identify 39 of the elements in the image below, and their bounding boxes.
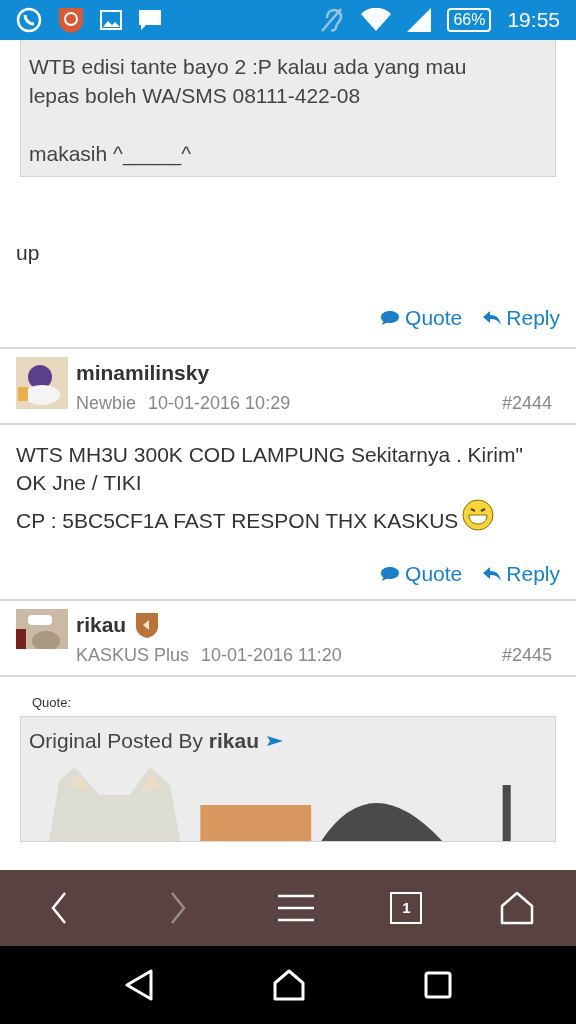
recent-apps-icon[interactable] xyxy=(424,971,453,999)
signal-icon xyxy=(407,8,432,32)
shield-badge-icon xyxy=(134,610,161,639)
battery-indicator: 66% xyxy=(447,8,492,32)
image-icon xyxy=(100,10,122,30)
shield-app-icon xyxy=(58,6,84,34)
avatar-image xyxy=(16,608,68,649)
menu-icon xyxy=(277,893,314,923)
username[interactable]: minamilinsky xyxy=(76,356,210,389)
quote-button[interactable]: Quote xyxy=(379,557,463,590)
wifi-icon xyxy=(361,8,392,32)
tab-count-button[interactable]: 1 xyxy=(390,892,423,924)
pointer-arrow-icon[interactable] xyxy=(266,735,283,746)
grinning-emoji-icon xyxy=(462,498,495,531)
reply-arrow-icon xyxy=(482,564,503,583)
home-icon xyxy=(499,891,534,925)
post-date: 10-01-2016 10:29 xyxy=(148,392,291,415)
post-body: up xyxy=(15,240,41,266)
avatar-image xyxy=(16,356,68,409)
post-body: WTS MH3U 300K COD LAMPUNG Sekitarnya . Kirim" OK Jne / TIKI xyxy=(16,441,524,496)
reply-button[interactable]: Reply xyxy=(482,557,560,590)
back-triangle-icon[interactable] xyxy=(123,969,154,1001)
home-icon[interactable] xyxy=(273,969,305,1001)
post-body: CP : 5BC5CF1A FAST RESPON THX KASKUS xyxy=(16,507,459,534)
post-number[interactable]: #2445 xyxy=(501,642,560,669)
clock: 19:55 xyxy=(507,7,560,34)
quote-text: makasih ^_____^ xyxy=(29,141,193,168)
reply-button[interactable]: Reply xyxy=(482,301,560,334)
post-date: 10-01-2016 11:20 xyxy=(201,644,342,667)
reply-arrow-icon xyxy=(482,308,503,327)
user-rank: KASKUS Plus xyxy=(76,644,190,667)
quote-label: Quote: xyxy=(31,693,73,712)
quote-button[interactable]: Quote xyxy=(379,301,463,334)
quote-attribution: Original Posted By rikau xyxy=(29,728,259,754)
message-icon xyxy=(138,9,162,31)
quote-text: WTB edisi tante bayo 2 :P kalau ada yang mau lepas boleh WA/SMS 08111-422-08 xyxy=(29,54,468,109)
user-rank: Newbie xyxy=(76,392,137,415)
username[interactable]: rikau xyxy=(76,608,127,641)
post-number[interactable]: #2444 xyxy=(501,390,560,417)
